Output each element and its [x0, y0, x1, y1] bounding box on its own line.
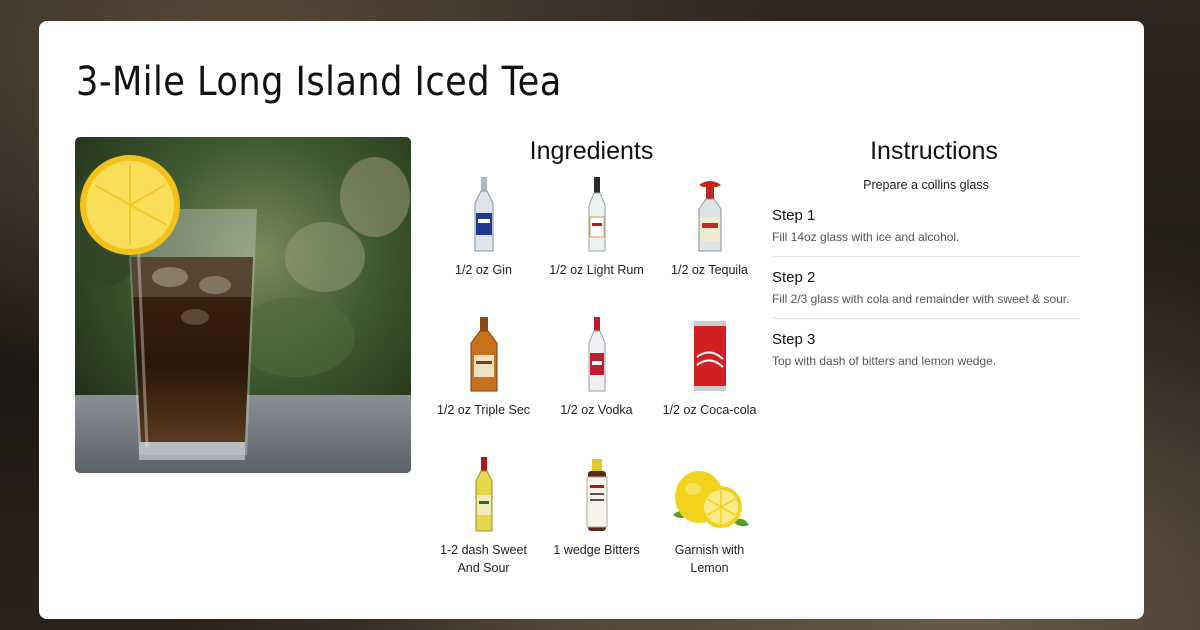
recipe-card: 3-Mile Long Island Iced Tea Ingredients …	[39, 21, 1144, 619]
ingredient-rum: 1/2 oz Light Rum	[540, 175, 653, 279]
ingredient-label: 1-2 dash Sweet And Sour	[440, 543, 527, 575]
ingredient-bitters: 1 wedge Bitters	[540, 455, 653, 559]
step-1: Step 1 Fill 14oz glass with ice and alco…	[772, 207, 1080, 257]
ingredient-label: 1/2 oz Light Rum	[549, 263, 644, 277]
ingredient-cola: 1/2 oz Coca-cola	[653, 315, 766, 419]
step-text: Top with dash of bitters and lemon wedge…	[772, 354, 997, 368]
lemon-icon	[653, 455, 766, 533]
instructions-heading: Instructions	[870, 137, 998, 165]
step-3: Step 3 Top with dash of bitters and lemo…	[772, 331, 1080, 380]
ingredients-heading: Ingredients	[529, 137, 654, 165]
ingredient-triple-sec: 1/2 oz Triple Sec	[427, 315, 540, 419]
ingredient-label: 1 wedge Bitters	[553, 543, 640, 557]
step-title: Step 3	[772, 331, 816, 348]
ingredient-tequila: 1/2 oz Tequila	[653, 175, 766, 279]
ingredient-label: 1/2 oz Vodka	[560, 403, 633, 417]
rum-bottle-icon	[540, 175, 653, 253]
ingredient-label: 1/2 oz Tequila	[671, 263, 748, 277]
prep-text: Prepare a collins glass	[863, 178, 989, 192]
step-title: Step 1	[772, 207, 816, 224]
sweet-sour-bottle-icon	[427, 455, 540, 533]
ingredient-label: 1/2 oz Coca-cola	[662, 403, 757, 417]
cola-can-icon	[653, 315, 766, 393]
step-title: Step 2	[772, 269, 816, 286]
instructions-panel: Prepare a collins glass Step 1 Fill 14oz…	[772, 178, 1080, 392]
step-text: Fill 2/3 glass with cola and remainder w…	[772, 292, 1070, 306]
step-text: Fill 14oz glass with ice and alcohol.	[772, 230, 960, 244]
ingredient-lemon: Garnish with Lemon	[653, 455, 766, 577]
triple-sec-bottle-icon	[427, 315, 540, 393]
step-2: Step 2 Fill 2/3 glass with cola and rema…	[772, 269, 1080, 319]
page-title: 3-Mile Long Island Iced Tea	[76, 59, 562, 105]
tequila-bottle-icon	[653, 175, 766, 253]
gin-bottle-icon	[427, 175, 540, 253]
ingredient-sweet-and-sour: 1-2 dash Sweet And Sour	[427, 455, 540, 577]
ingredient-gin: 1/2 oz Gin	[427, 175, 540, 279]
ingredient-label: 1/2 oz Triple Sec	[436, 403, 531, 417]
ingredients-grid: 1/2 oz Gin 1/2 oz Light Rum 1/2 oz Tequi…	[427, 175, 767, 595]
bitters-bottle-icon	[540, 455, 653, 533]
ingredient-label: Garnish with Lemon	[674, 543, 745, 575]
ingredient-vodka: 1/2 oz Vodka	[540, 315, 653, 419]
ingredient-label: 1/2 oz Gin	[455, 263, 512, 277]
vodka-bottle-icon	[540, 315, 653, 393]
drink-photo	[75, 137, 411, 473]
